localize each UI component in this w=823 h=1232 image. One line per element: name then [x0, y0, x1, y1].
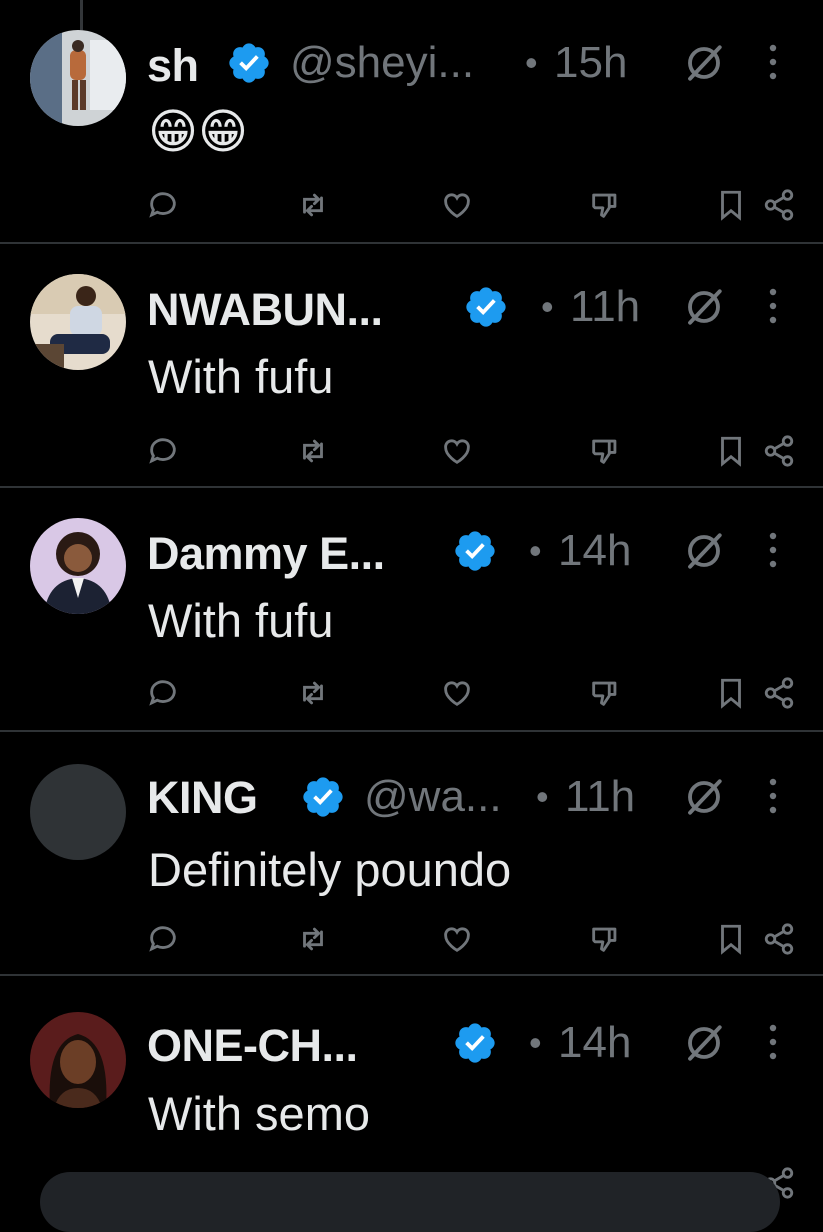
post-4[interactable]: KING @wa... • 11h Definitely poundo — [0, 732, 823, 976]
display-name[interactable]: sh — [147, 40, 199, 92]
display-name[interactable]: ONE-CH... — [147, 1020, 358, 1072]
avatar[interactable] — [30, 30, 126, 126]
dislike-icon[interactable] — [588, 434, 622, 468]
display-name[interactable]: KING — [147, 772, 258, 824]
avatar[interactable] — [30, 518, 126, 614]
dislike-icon[interactable] — [588, 188, 622, 222]
share-icon[interactable] — [762, 676, 796, 710]
separator-dot: • — [541, 286, 554, 327]
grok-icon[interactable] — [683, 776, 725, 818]
display-name[interactable]: NWABUN... — [147, 284, 383, 336]
more-vertical-icon[interactable] — [762, 1022, 784, 1062]
post-emoji: 😁😁 — [148, 106, 249, 159]
post-1[interactable]: sh @sheyi... • 15h 😁😁 — [0, 0, 823, 244]
repost-icon[interactable] — [296, 676, 330, 710]
avatar[interactable] — [30, 1012, 126, 1108]
separator-dot: • — [536, 776, 549, 817]
more-vertical-icon[interactable] — [762, 530, 784, 570]
share-icon[interactable] — [762, 922, 796, 956]
bookmark-icon[interactable] — [714, 922, 748, 956]
avatar[interactable] — [30, 274, 126, 370]
reply-icon[interactable] — [146, 922, 180, 956]
more-vertical-icon[interactable] — [762, 286, 784, 326]
share-icon[interactable] — [762, 434, 796, 468]
timestamp[interactable]: 14h — [558, 526, 631, 576]
timestamp[interactable]: 11h — [570, 282, 640, 332]
reply-icon[interactable] — [146, 676, 180, 710]
grok-icon[interactable] — [683, 1022, 725, 1064]
post-5[interactable]: ONE-CH... • 14h With semo — [0, 976, 823, 1200]
display-name[interactable]: Dammy E... — [147, 528, 385, 580]
timestamp[interactable]: 15h — [554, 38, 627, 88]
dislike-icon[interactable] — [588, 922, 622, 956]
like-icon[interactable] — [440, 434, 474, 468]
avatar[interactable] — [30, 764, 126, 860]
bookmark-icon[interactable] — [714, 676, 748, 710]
post-3[interactable]: Dammy E... • 14h With fufu — [0, 488, 823, 732]
bottom-sheet-handle[interactable] — [40, 1172, 780, 1232]
more-vertical-icon[interactable] — [762, 776, 784, 816]
post-text: With semo — [148, 1087, 370, 1140]
verified-badge-icon — [466, 287, 506, 327]
handle[interactable]: @sheyi... — [290, 38, 474, 88]
reply-icon[interactable] — [146, 188, 180, 222]
verified-badge-icon — [303, 777, 343, 817]
more-vertical-icon[interactable] — [762, 42, 784, 82]
like-icon[interactable] — [440, 922, 474, 956]
like-icon[interactable] — [440, 676, 474, 710]
post-text: Definitely poundo — [148, 843, 512, 896]
verified-badge-icon — [229, 43, 269, 83]
separator-dot: • — [529, 1022, 542, 1063]
repost-icon[interactable] — [296, 188, 330, 222]
repost-icon[interactable] — [296, 434, 330, 468]
share-icon[interactable] — [762, 188, 796, 222]
bookmark-icon[interactable] — [714, 188, 748, 222]
timestamp[interactable]: 14h — [558, 1018, 631, 1068]
grok-icon[interactable] — [683, 42, 725, 84]
handle[interactable]: @wa... — [364, 772, 502, 822]
repost-icon[interactable] — [296, 922, 330, 956]
timestamp[interactable]: 11h — [565, 772, 635, 822]
separator-dot: • — [525, 42, 538, 83]
reply-icon[interactable] — [146, 434, 180, 468]
bookmark-icon[interactable] — [714, 434, 748, 468]
grok-icon[interactable] — [683, 286, 725, 328]
like-icon[interactable] — [440, 188, 474, 222]
grok-icon[interactable] — [683, 530, 725, 572]
post-text: With fufu — [148, 350, 334, 403]
verified-badge-icon — [455, 1023, 495, 1063]
post-2[interactable]: NWABUN... • 11h With fufu — [0, 244, 823, 488]
dislike-icon[interactable] — [588, 676, 622, 710]
verified-badge-icon — [455, 531, 495, 571]
separator-dot: • — [529, 530, 542, 571]
post-text: With fufu — [148, 594, 334, 647]
